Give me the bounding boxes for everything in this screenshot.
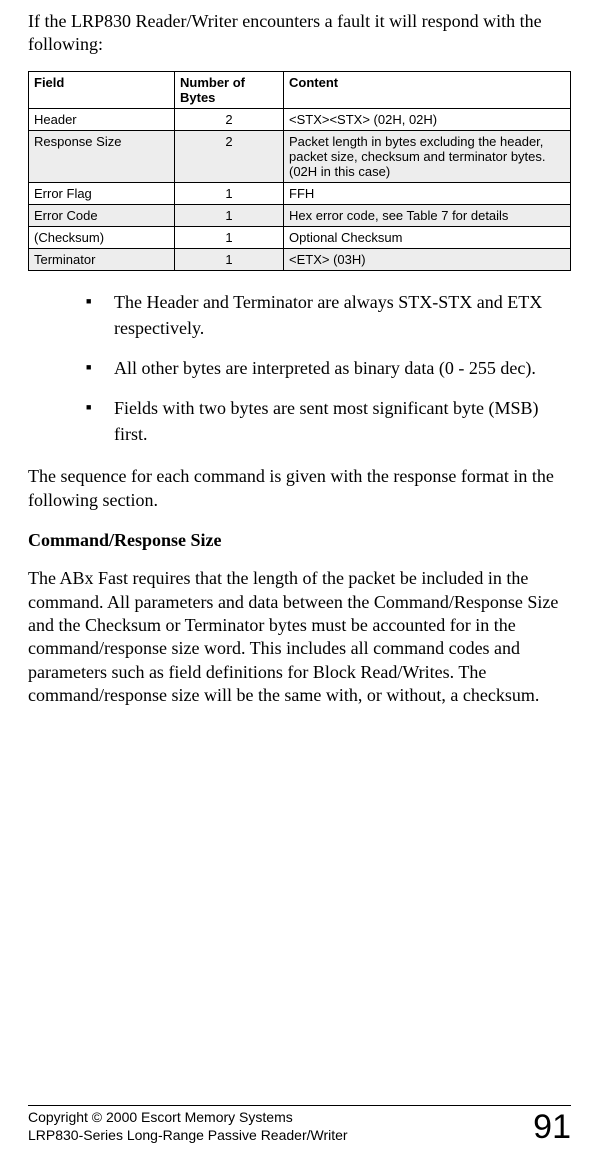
th-bytes: Number of Bytes bbox=[175, 72, 284, 109]
th-field: Field bbox=[29, 72, 175, 109]
table-row: Terminator 1 <ETX> (03H) bbox=[29, 249, 571, 271]
sequence-paragraph: The sequence for each command is given w… bbox=[28, 465, 571, 512]
cell-content: Packet length in bytes excluding the hea… bbox=[284, 131, 571, 183]
fault-response-table: Field Number of Bytes Content Header 2 <… bbox=[28, 71, 571, 271]
page: If the LRP830 Reader/Writer encounters a… bbox=[0, 0, 601, 1162]
cell-content: Hex error code, see Table 7 for details bbox=[284, 205, 571, 227]
page-number: 91 bbox=[533, 1110, 571, 1144]
table-header-row: Field Number of Bytes Content bbox=[29, 72, 571, 109]
page-footer: Copyright © 2000 Escort Memory Systems L… bbox=[28, 1105, 571, 1144]
list-item: Fields with two bytes are sent most sign… bbox=[86, 395, 563, 447]
body-paragraph: The ABx Fast requires that the length of… bbox=[28, 567, 571, 707]
cell-field: (Checksum) bbox=[29, 227, 175, 249]
intro-paragraph: If the LRP830 Reader/Writer encounters a… bbox=[28, 10, 571, 55]
table-row: (Checksum) 1 Optional Checksum bbox=[29, 227, 571, 249]
cell-content: <ETX> (03H) bbox=[284, 249, 571, 271]
cell-bytes: 1 bbox=[175, 205, 284, 227]
cell-content: FFH bbox=[284, 183, 571, 205]
table-row: Header 2 <STX><STX> (02H, 02H) bbox=[29, 109, 571, 131]
footer-text: Copyright © 2000 Escort Memory Systems L… bbox=[28, 1109, 348, 1144]
cell-bytes: 1 bbox=[175, 183, 284, 205]
cell-field: Error Code bbox=[29, 205, 175, 227]
cell-field: Error Flag bbox=[29, 183, 175, 205]
cell-field: Header bbox=[29, 109, 175, 131]
th-content: Content bbox=[284, 72, 571, 109]
cell-bytes: 2 bbox=[175, 109, 284, 131]
table-row: Error Flag 1 FFH bbox=[29, 183, 571, 205]
list-item: All other bytes are interpreted as binar… bbox=[86, 355, 563, 381]
cell-bytes: 1 bbox=[175, 249, 284, 271]
table-row: Error Code 1 Hex error code, see Table 7… bbox=[29, 205, 571, 227]
cell-field: Response Size bbox=[29, 131, 175, 183]
list-item: The Header and Terminator are always STX… bbox=[86, 289, 563, 341]
footer-line1: Copyright © 2000 Escort Memory Systems bbox=[28, 1109, 348, 1127]
cell-bytes: 1 bbox=[175, 227, 284, 249]
cell-content: Optional Checksum bbox=[284, 227, 571, 249]
section-heading: Command/Response Size bbox=[28, 530, 571, 551]
notes-list: The Header and Terminator are always STX… bbox=[28, 289, 571, 447]
footer-line2: LRP830-Series Long-Range Passive Reader/… bbox=[28, 1127, 348, 1145]
cell-field: Terminator bbox=[29, 249, 175, 271]
cell-content: <STX><STX> (02H, 02H) bbox=[284, 109, 571, 131]
table-row: Response Size 2 Packet length in bytes e… bbox=[29, 131, 571, 183]
cell-bytes: 2 bbox=[175, 131, 284, 183]
